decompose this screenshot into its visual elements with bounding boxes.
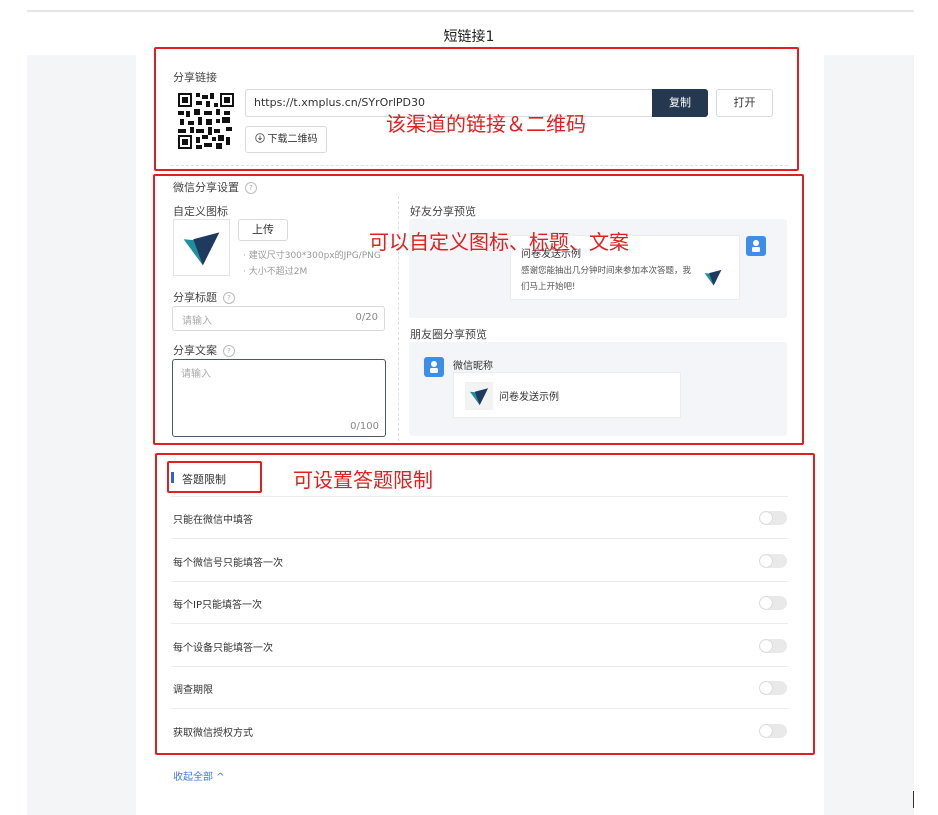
annotation-box-wechat-share bbox=[153, 174, 804, 445]
annotation-share-link: 该渠道的链接＆二维码 bbox=[386, 112, 586, 136]
annotation-wechat-share: 可以自定义图标、标题、文案 bbox=[369, 230, 629, 254]
annotation-box-restrictions bbox=[155, 453, 815, 755]
collapse-all-link[interactable]: 收起全部 ^ bbox=[173, 768, 225, 783]
top-divider bbox=[27, 10, 914, 12]
text-cursor bbox=[913, 791, 914, 808]
page-title: 短链接1 bbox=[443, 29, 495, 45]
annotation-restrictions: 可设置答题限制 bbox=[293, 468, 433, 492]
annotation-box-restrictions-title bbox=[167, 461, 262, 493]
